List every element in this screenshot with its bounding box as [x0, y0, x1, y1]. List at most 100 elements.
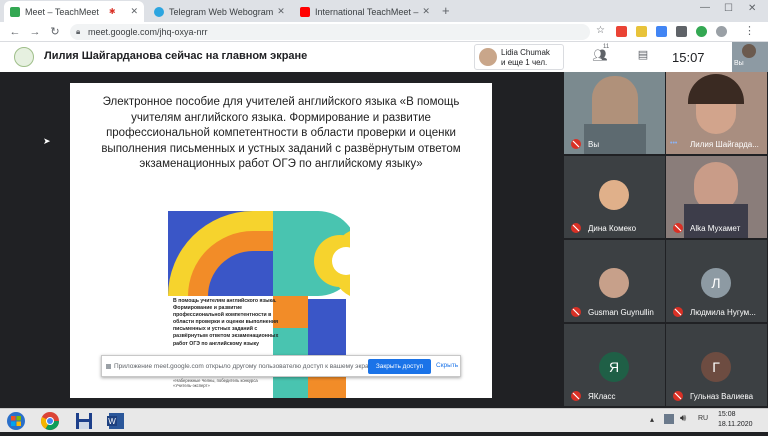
- word-icon: W: [107, 413, 124, 429]
- avatar: Л: [701, 268, 731, 298]
- participant-video: [584, 124, 646, 154]
- browser-tab-bar: Meet – TeachMeet ✱ ✕ Telegram Web Webogr…: [0, 0, 768, 22]
- participant-tile[interactable]: Я ЯКласс: [564, 324, 665, 406]
- viewer-count-text: и еще 1 чел.: [501, 58, 548, 67]
- floppy-disk-icon: [76, 413, 92, 429]
- screen-share-notification: Приложение meet.google.com открыло друго…: [101, 355, 461, 377]
- viewer-name: Lidia Chumak: [501, 48, 550, 57]
- self-view-label: Вы: [734, 60, 744, 67]
- tab-meet[interactable]: Meet – TeachMeet ✱ ✕: [4, 1, 144, 22]
- people-icon[interactable]: 👥︎: [590, 48, 610, 66]
- avatar: [742, 44, 756, 58]
- participant-name: Alka Мухамет: [690, 224, 741, 233]
- lock-icon: 🔒︎: [76, 27, 81, 36]
- mouse-cursor-icon: ➤: [43, 136, 51, 146]
- chrome-icon: [41, 412, 59, 431]
- recording-indicator-icon: ✱: [108, 7, 116, 16]
- chrome-taskbar-icon[interactable]: [40, 411, 60, 431]
- tab-telegram[interactable]: Telegram Web Webogram ✕: [148, 1, 290, 22]
- language-indicator[interactable]: RU: [698, 415, 708, 422]
- word-taskbar-icon[interactable]: W: [106, 411, 126, 431]
- tab-label: Telegram Web Webogram: [169, 6, 274, 17]
- tab-label: Meet – TeachMeet: [25, 6, 99, 17]
- avatar: [599, 268, 629, 298]
- mic-off-icon: [571, 391, 581, 401]
- extension-icon[interactable]: [616, 26, 627, 37]
- extension-icon[interactable]: [636, 26, 647, 37]
- new-tab-icon[interactable]: +: [442, 3, 450, 18]
- url-text: meet.google.com/jhq-oxya-nrr: [88, 27, 208, 37]
- forward-icon[interactable]: →: [28, 25, 42, 39]
- participants-grid: Вы ••• Лилия Шайгарда... Дина Комеко Alk…: [562, 72, 768, 408]
- tray-arrow-icon[interactable]: ▴: [650, 415, 654, 424]
- mic-off-icon: [673, 391, 683, 401]
- avatar: [479, 48, 497, 66]
- participant-tile[interactable]: Вы: [564, 72, 665, 154]
- speaking-indicator-icon: •••: [670, 140, 678, 147]
- avatar: Г: [701, 352, 731, 382]
- close-tab-icon[interactable]: ✕: [418, 6, 430, 17]
- participant-tile[interactable]: Gusman Guynullin: [564, 240, 665, 322]
- tab-label: International TeachMeet –: [315, 6, 419, 17]
- participant-name: Дина Комеко: [588, 224, 637, 233]
- taskbar-date[interactable]: 18.11.2020: [718, 421, 753, 428]
- close-tab-icon[interactable]: ✕: [273, 6, 285, 17]
- participant-name: Гульназ Валиева: [690, 392, 754, 401]
- taskbar-time[interactable]: 15:08: [718, 411, 736, 418]
- book-cover-text: В помощь учителям английского языка. Фор…: [173, 298, 279, 347]
- mic-off-icon: [571, 223, 581, 233]
- participant-tile[interactable]: ••• Лилия Шайгарда...: [666, 72, 767, 154]
- close-tab-icon[interactable]: ✕: [126, 6, 138, 17]
- extension-icon[interactable]: [656, 26, 667, 37]
- star-icon[interactable]: ☆: [596, 25, 605, 36]
- participant-tile[interactable]: Alka Мухамет: [666, 156, 767, 238]
- reload-icon[interactable]: ↻: [48, 25, 62, 39]
- start-button[interactable]: [6, 411, 26, 431]
- menu-kebab-icon[interactable]: ⋮: [744, 24, 755, 37]
- share-notice-text: Приложение meet.google.com открыло друго…: [114, 363, 377, 370]
- windows-taskbar: W ▴ 🔊︎ RU 15:08 18.11.2020: [0, 408, 768, 432]
- people-count: 11: [603, 44, 610, 50]
- stop-sharing-button[interactable]: Закрыть доступ: [368, 359, 431, 374]
- mic-off-icon: [571, 139, 581, 149]
- self-view-tile[interactable]: [732, 42, 768, 72]
- youtube-favicon-icon: [300, 6, 310, 17]
- sync-icon[interactable]: [696, 26, 707, 37]
- save-taskbar-icon[interactable]: [74, 411, 94, 431]
- meeting-logo-icon: [14, 47, 34, 67]
- drag-handle-icon[interactable]: [106, 364, 111, 369]
- participant-name: Вы: [588, 140, 600, 149]
- puzzle-icon[interactable]: [676, 26, 687, 37]
- participant-name: ЯКласс: [588, 392, 616, 401]
- close-window-icon[interactable]: ✕: [748, 3, 756, 14]
- participant-name: Gusman Guynullin: [588, 308, 654, 317]
- viewers-indicator[interactable]: Lidia Chumak и еще 1 чел.: [474, 44, 564, 70]
- avatar: [599, 180, 629, 210]
- telegram-favicon-icon: [154, 6, 164, 17]
- participant-tile[interactable]: Л Людмила Нугум...: [666, 240, 767, 322]
- slide-title-text: Электронное пособие для учителей английс…: [101, 96, 461, 170]
- url-bar[interactable]: 🔒︎ meet.google.com/jhq-oxya-nrr: [70, 24, 590, 40]
- svg-text:W: W: [108, 417, 116, 426]
- maximize-icon[interactable]: ☐: [724, 3, 733, 14]
- back-icon[interactable]: ←: [8, 25, 22, 39]
- mic-off-icon: [673, 307, 683, 317]
- presenter-title: Лилия Шайгарданова сейчас на главном экр…: [44, 50, 308, 62]
- tab-teachmeet[interactable]: International TeachMeet – ✕: [294, 1, 434, 22]
- network-icon[interactable]: [664, 414, 674, 424]
- mic-off-icon: [571, 307, 581, 317]
- meet-favicon-icon: [10, 6, 20, 17]
- avatar: Я: [599, 352, 629, 382]
- minimize-icon[interactable]: —: [700, 2, 710, 13]
- hide-notice-button[interactable]: Скрыть: [436, 362, 458, 369]
- chat-icon[interactable]: ▤: [634, 48, 652, 66]
- participant-tile[interactable]: Дина Комеко: [564, 156, 665, 238]
- participant-video: [688, 74, 744, 104]
- mic-off-icon: [673, 223, 683, 233]
- profile-avatar[interactable]: [716, 26, 727, 37]
- meet-header: Лилия Шайгарданова сейчас на главном экр…: [0, 42, 768, 72]
- volume-icon[interactable]: 🔊︎: [680, 413, 686, 424]
- meeting-clock: 15:07: [672, 50, 705, 65]
- address-toolbar: ← → ↻ 🔒︎ meet.google.com/jhq-oxya-nrr ☆ …: [0, 22, 768, 42]
- participant-tile[interactable]: Г Гульназ Валиева: [666, 324, 767, 406]
